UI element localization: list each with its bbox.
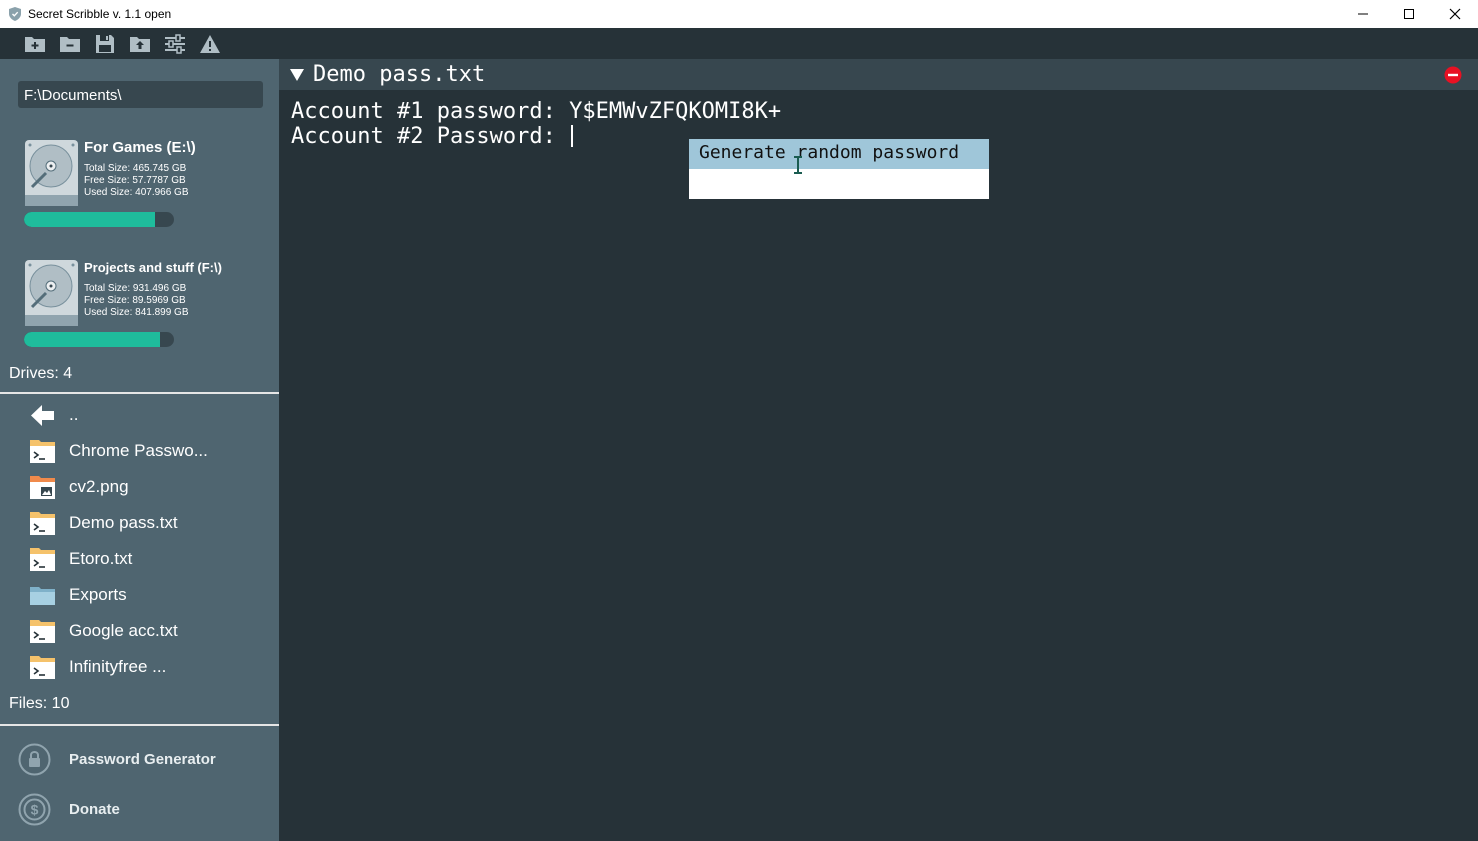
warning-icon bbox=[200, 34, 220, 53]
editor-line-2: Account #2 Password: bbox=[291, 124, 570, 149]
generate-password-menu-item[interactable]: Generate random password bbox=[689, 139, 989, 169]
drive-total-size: Total Size: 931.496 GB bbox=[84, 283, 187, 294]
close-window-button[interactable] bbox=[1432, 0, 1478, 28]
window-titlebar: Secret Scribble v. 1.1 open bbox=[0, 0, 1478, 28]
text-file-icon bbox=[30, 619, 55, 643]
drive-total-size: Total Size: 465.745 GB bbox=[84, 163, 187, 174]
new-folder-icon bbox=[25, 36, 45, 52]
list-item[interactable]: Google acc.txt bbox=[29, 616, 269, 646]
open-file-title: Demo pass.txt bbox=[313, 62, 486, 87]
file-name: Exports bbox=[69, 585, 127, 604]
warning-button[interactable] bbox=[199, 33, 221, 55]
list-item[interactable]: Infinityfree ... bbox=[29, 652, 269, 682]
editor-line-1: Account #1 password: Y$EMWvZFQKOMI8K+ bbox=[291, 99, 782, 124]
path-input[interactable]: F:\Documents\ bbox=[18, 81, 263, 108]
drive-name: For Games (E:\) bbox=[84, 139, 196, 156]
back-arrow-icon bbox=[31, 404, 54, 426]
minimize-button[interactable] bbox=[1340, 0, 1386, 28]
remove-folder-icon bbox=[60, 36, 80, 52]
file-name: cv2.png bbox=[69, 477, 129, 496]
save-icon bbox=[96, 34, 114, 53]
drive-used-size: Used Size: 407.966 GB bbox=[84, 187, 189, 198]
password-generator-label: Password Generator bbox=[69, 750, 216, 768]
dollar-icon: $ bbox=[18, 793, 51, 825]
files-divider bbox=[0, 724, 279, 726]
settings-button[interactable] bbox=[164, 33, 186, 55]
list-item[interactable]: Etoro.txt bbox=[29, 544, 269, 574]
maximize-icon bbox=[1404, 9, 1414, 19]
donate-button[interactable]: $ Donate bbox=[18, 792, 268, 826]
drive-free-size: Free Size: 57.7787 GB bbox=[84, 175, 186, 186]
list-item[interactable]: Chrome Passwo... bbox=[29, 436, 269, 466]
export-icon bbox=[130, 36, 150, 52]
text-file-icon bbox=[30, 439, 55, 463]
drives-count: Drives: 4 bbox=[9, 365, 73, 382]
sidebar: F:\Documents\ For Games (E:\) Total Size… bbox=[0, 59, 279, 841]
drive-used-size: Used Size: 841.899 GB bbox=[84, 307, 189, 318]
drive-usage-bar bbox=[24, 332, 174, 347]
file-tab-bar: Demo pass.txt bbox=[279, 59, 1478, 90]
text-file-icon bbox=[30, 547, 55, 571]
collapse-triangle-icon[interactable] bbox=[289, 67, 305, 83]
file-name: Google acc.txt bbox=[69, 621, 178, 640]
drive-name: Projects and stuff (F:\) bbox=[84, 260, 222, 275]
hard-drive-icon bbox=[25, 140, 78, 206]
remove-folder-button[interactable] bbox=[59, 33, 81, 55]
window-title: Secret Scribble v. 1.1 open bbox=[28, 7, 172, 21]
drive-usage-bar bbox=[24, 212, 174, 227]
close-icon bbox=[1449, 8, 1461, 20]
file-name: Etoro.txt bbox=[69, 549, 133, 568]
window-controls bbox=[1340, 0, 1478, 28]
maximize-button[interactable] bbox=[1386, 0, 1432, 28]
app-shield-icon bbox=[9, 7, 21, 21]
hard-drive-icon bbox=[25, 260, 78, 326]
toolbar bbox=[0, 28, 1478, 59]
autocomplete-popup: Generate random password bbox=[689, 139, 989, 199]
password-generator-button[interactable]: Password Generator bbox=[18, 742, 268, 776]
list-item[interactable]: cv2.png bbox=[29, 472, 269, 502]
text-caret bbox=[571, 125, 574, 147]
new-folder-button[interactable] bbox=[24, 33, 46, 55]
drive-item-f[interactable]: Projects and stuff (F:\) Total Size: 931… bbox=[24, 259, 274, 359]
file-name: Demo pass.txt bbox=[69, 513, 178, 532]
drive-item-e[interactable]: For Games (E:\) Total Size: 465.745 GB F… bbox=[24, 139, 274, 239]
text-file-icon bbox=[30, 655, 55, 679]
folder-icon bbox=[30, 586, 55, 605]
export-button[interactable] bbox=[129, 33, 151, 55]
editor-pane: Demo pass.txt Account #1 password: Y$EMW… bbox=[279, 59, 1478, 841]
file-name: Infinityfree ... bbox=[69, 657, 167, 676]
minimize-icon bbox=[1358, 13, 1368, 15]
drive-stats: Total Size: 931.496 GB Free Size: 89.596… bbox=[84, 283, 189, 319]
drive-usage-fill bbox=[24, 332, 160, 347]
svg-text:$: $ bbox=[31, 801, 39, 817]
ibeam-cursor-icon bbox=[794, 156, 802, 174]
file-name: .. bbox=[69, 405, 79, 424]
drive-stats: Total Size: 465.745 GB Free Size: 57.778… bbox=[84, 163, 189, 199]
settings-icon bbox=[165, 33, 185, 54]
image-file-icon bbox=[30, 475, 55, 499]
files-count: Files: 10 bbox=[9, 695, 70, 712]
close-file-icon[interactable] bbox=[1444, 66, 1462, 84]
lock-icon bbox=[18, 743, 51, 775]
drive-free-size: Free Size: 89.5969 GB bbox=[84, 295, 186, 306]
file-name: Chrome Passwo... bbox=[69, 441, 208, 460]
text-file-icon bbox=[30, 511, 55, 535]
save-button[interactable] bbox=[94, 33, 116, 55]
list-item[interactable]: Demo pass.txt bbox=[29, 508, 269, 538]
donate-label: Donate bbox=[69, 800, 120, 818]
drives-divider bbox=[0, 392, 279, 394]
drive-usage-fill bbox=[24, 212, 156, 227]
list-item-parent[interactable]: .. bbox=[29, 400, 269, 430]
list-item-folder[interactable]: Exports bbox=[29, 580, 269, 610]
